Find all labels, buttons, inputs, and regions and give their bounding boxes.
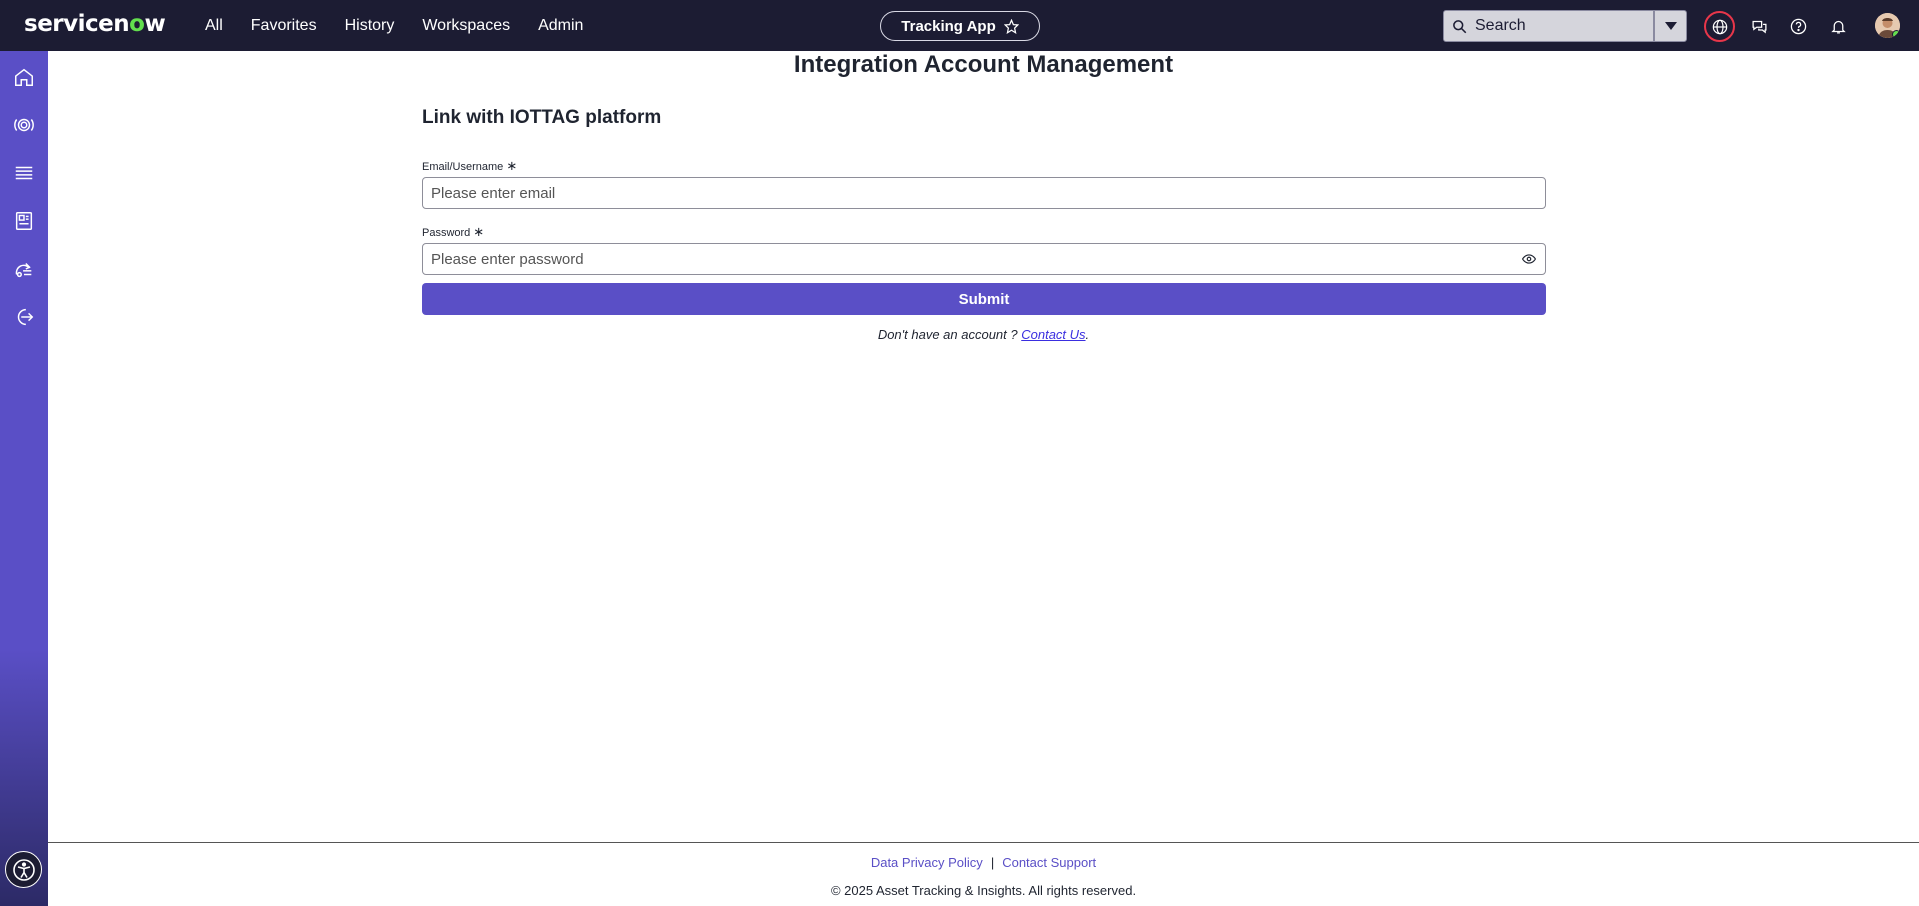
sidebar-item-list[interactable] (11, 160, 37, 186)
home-icon (15, 68, 33, 86)
logo-text: servicen (24, 11, 130, 37)
page-title: Integration Account Management (793, 51, 1174, 78)
search-icon (1453, 19, 1467, 33)
notifications-button[interactable] (1825, 13, 1851, 39)
globe-icon (1712, 19, 1727, 34)
eye-icon (1522, 254, 1536, 264)
copyright-text: © 2025 Asset Tracking & Insights. All ri… (830, 883, 1137, 898)
email-input[interactable] (431, 184, 1537, 202)
email-label-text: Email/Username (422, 161, 504, 173)
nav-all[interactable]: All (205, 17, 223, 35)
chat-button[interactable] (1746, 13, 1772, 39)
servicenow-logo[interactable]: servicenow (24, 11, 166, 37)
search-input[interactable] (1475, 17, 1645, 35)
footer: Data Privacy Policy | Contact Support © 20… (48, 842, 1919, 906)
logout-icon (17, 308, 34, 326)
section-title: Link with IOTTAG platform (422, 107, 662, 128)
account-prompt: Don't have an account ? Contact Us. (48, 327, 1919, 342)
main-nav: All Favorites History Workspaces Admin (205, 0, 611, 51)
sidebar-item-catalog[interactable] (11, 208, 37, 234)
app-scope-pill[interactable]: Tracking App (880, 11, 1040, 41)
user-avatar[interactable] (1875, 13, 1900, 38)
language-button[interactable] (1704, 11, 1735, 42)
help-icon (1790, 18, 1806, 34)
email-label: Email/Username ∗ (422, 158, 517, 174)
integration-icon (15, 262, 32, 278)
catalog-icon (15, 212, 33, 230)
sidebar (0, 51, 48, 906)
caret-down-icon (1664, 22, 1677, 30)
logo-o: o (129, 11, 145, 37)
chat-icon (1751, 20, 1767, 33)
sidebar-item-tracking[interactable] (11, 112, 37, 138)
password-input[interactable] (431, 250, 1521, 268)
logo-text-end: w (144, 11, 166, 37)
star-icon[interactable] (1003, 18, 1019, 34)
data-privacy-policy-link[interactable]: Data Privacy Policy (871, 855, 983, 870)
password-field[interactable] (422, 243, 1546, 275)
sidebar-item-logout[interactable] (11, 304, 37, 330)
app-pill-label: Tracking App (901, 17, 996, 35)
list-icon (15, 166, 33, 180)
password-label-text: Password (422, 227, 471, 239)
presence-indicator (1892, 30, 1900, 38)
email-field[interactable] (422, 177, 1546, 209)
accessibility-button[interactable] (5, 851, 42, 888)
bell-icon (1830, 20, 1846, 34)
nav-favorites[interactable]: Favorites (251, 17, 317, 35)
nav-history[interactable]: History (345, 17, 395, 35)
footer-links: Data Privacy Policy | Contact Support (48, 855, 1919, 870)
account-prompt-suffix: . (1085, 327, 1090, 342)
sidebar-item-integration[interactable] (11, 256, 37, 282)
search-scope-dropdown[interactable] (1654, 10, 1687, 42)
global-search[interactable] (1443, 10, 1654, 42)
nav-workspaces[interactable]: Workspaces (422, 17, 510, 35)
asset-tracking-icon (14, 118, 34, 132)
footer-separator: | (990, 855, 995, 870)
nav-admin[interactable]: Admin (538, 17, 583, 35)
contact-us-link[interactable]: Contact Us (1021, 327, 1085, 342)
top-navigation-bar: servicenow All Favorites History Workspa… (0, 0, 1919, 51)
main-content: Integration Account Management Link with… (48, 51, 1919, 842)
account-prompt-text: Don't have an account ? (877, 327, 1022, 342)
contact-support-link[interactable]: Contact Support (1002, 855, 1096, 870)
accessibility-icon (12, 858, 35, 881)
password-label: Password ∗ (422, 224, 484, 240)
sidebar-item-home[interactable] (11, 64, 37, 90)
submit-button[interactable]: Submit (422, 283, 1546, 315)
help-button[interactable] (1785, 13, 1811, 39)
required-mark: ∗ (506, 158, 518, 173)
required-mark: ∗ (473, 224, 485, 239)
show-password-toggle[interactable] (1521, 251, 1537, 267)
